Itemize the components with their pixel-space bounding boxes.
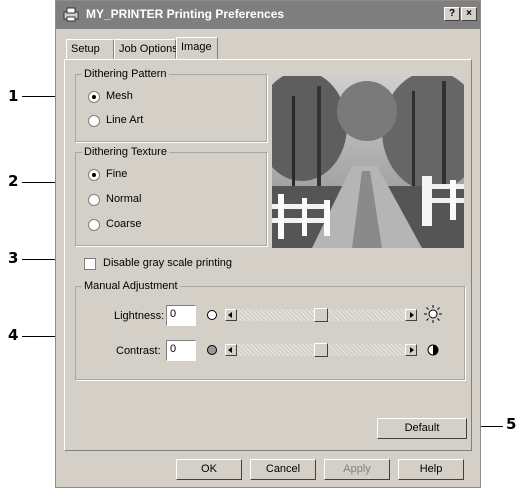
callout-3: 3 <box>8 249 19 267</box>
ok-button[interactable]: OK <box>176 459 242 480</box>
callout-line-4 <box>22 336 58 337</box>
mesh-radio[interactable] <box>88 91 100 103</box>
contrast-left-arrow[interactable] <box>225 344 237 356</box>
callout-2: 2 <box>8 172 19 190</box>
callout-line-2 <box>22 182 58 183</box>
normal-label[interactable]: Normal <box>106 193 141 205</box>
dithering-texture-group: Dithering Texture Fine Normal Coarse <box>75 146 267 246</box>
arrow-left-icon <box>228 347 232 353</box>
high-contrast-icon <box>427 344 439 356</box>
disable-gray-scale-label[interactable]: Disable gray scale printing <box>103 257 232 269</box>
title-bar[interactable]: MY_PRINTER Printing Preferences ? × <box>56 1 480 29</box>
cancel-button[interactable]: Cancel <box>250 459 316 480</box>
default-button[interactable]: Default <box>377 418 467 439</box>
close-button[interactable]: × <box>461 7 477 21</box>
contrast-label: Contrast: <box>116 345 161 357</box>
lightness-label: Lightness: <box>114 310 165 322</box>
callout-5: 5 <box>506 415 517 433</box>
tab-job-options[interactable]: Job Options <box>114 39 178 59</box>
line-art-radio[interactable] <box>88 115 100 127</box>
lightness-left-arrow[interactable] <box>225 309 237 321</box>
mesh-label[interactable]: Mesh <box>106 90 133 102</box>
help-question-button[interactable]: ? <box>444 7 460 21</box>
help-button[interactable]: Help <box>398 459 464 480</box>
coarse-radio[interactable] <box>88 219 100 231</box>
low-contrast-icon <box>207 345 217 355</box>
arrow-right-icon <box>410 312 414 318</box>
manual-adjustment-legend: Manual Adjustment <box>82 280 180 292</box>
image-preview <box>272 76 464 248</box>
dithering-pattern-legend: Dithering Pattern <box>82 68 169 80</box>
callout-line-1 <box>22 96 58 97</box>
callout-line-3 <box>22 259 58 260</box>
printing-preferences-window: MY_PRINTER Printing Preferences ? × Setu… <box>55 0 481 488</box>
dithering-texture-legend: Dithering Texture <box>82 146 169 158</box>
tab-setup[interactable]: Setup <box>66 39 114 59</box>
line-art-label[interactable]: Line Art <box>106 114 143 126</box>
light-circle-icon <box>207 310 217 320</box>
manual-adjustment-group: Manual Adjustment Lightness: 0 Contrast:… <box>75 280 465 380</box>
lightness-slider-thumb[interactable] <box>314 308 328 322</box>
dithering-pattern-group: Dithering Pattern Mesh Line Art <box>75 68 267 142</box>
coarse-label[interactable]: Coarse <box>106 218 141 230</box>
callout-1: 1 <box>8 87 19 105</box>
disable-gray-scale-checkbox[interactable] <box>84 258 96 270</box>
window-title: MY_PRINTER Printing Preferences <box>86 7 285 21</box>
arrow-right-icon <box>410 347 414 353</box>
lightness-input[interactable]: 0 <box>166 305 196 326</box>
fine-radio[interactable] <box>88 169 100 181</box>
printer-icon <box>63 7 79 22</box>
normal-radio[interactable] <box>88 194 100 206</box>
sun-brightness-icon <box>424 305 442 323</box>
apply-button[interactable]: Apply <box>324 459 390 480</box>
lightness-right-arrow[interactable] <box>405 309 417 321</box>
tab-image[interactable]: Image <box>176 37 218 59</box>
contrast-right-arrow[interactable] <box>405 344 417 356</box>
contrast-input[interactable]: 0 <box>166 340 196 361</box>
callout-4: 4 <box>8 326 19 344</box>
arrow-left-icon <box>228 312 232 318</box>
image-tab-panel: Dithering Pattern Mesh Line Art Ditherin… <box>64 59 472 451</box>
contrast-slider-thumb[interactable] <box>314 343 328 357</box>
fine-label[interactable]: Fine <box>106 168 127 180</box>
